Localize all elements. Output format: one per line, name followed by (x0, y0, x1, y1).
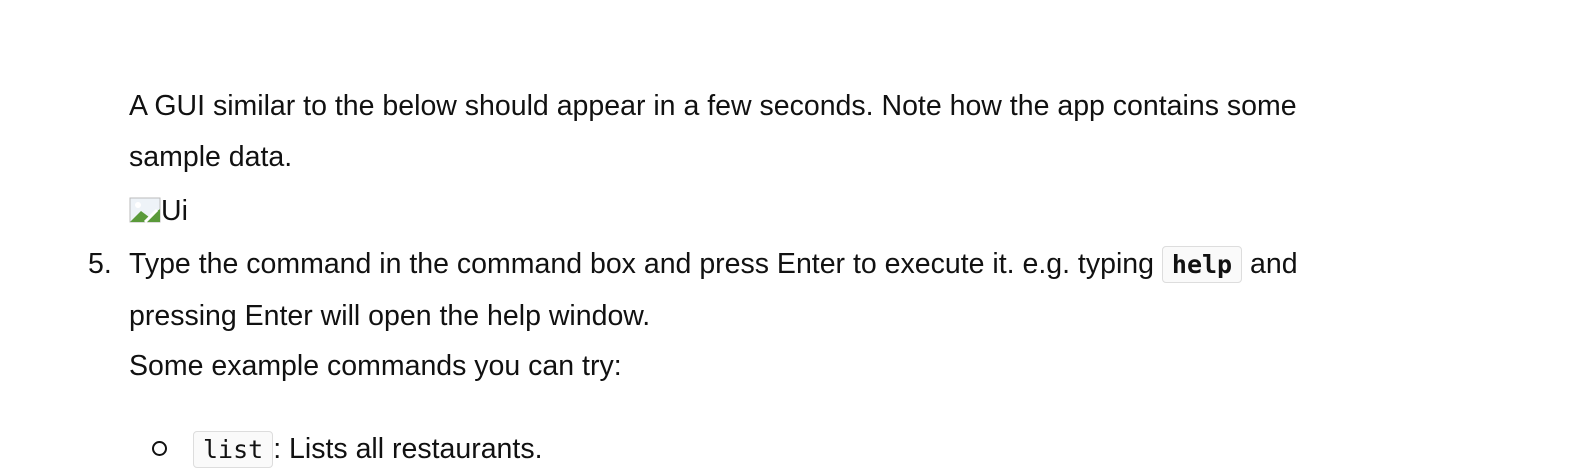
code-help: help (1161, 246, 1243, 283)
step5-text-after: and (1250, 248, 1298, 280)
example-description: : Lists all restaurants. (273, 433, 543, 465)
step5-line1: Type the command in the command box and … (129, 246, 1298, 283)
image-alt-text: Ui (161, 195, 188, 227)
step5-text: Type the command in the command box and … (129, 248, 1154, 280)
broken-image: Ui (129, 193, 188, 229)
broken-image-icon (129, 196, 161, 224)
step5-line2: pressing Enter will open the help window… (129, 300, 651, 332)
intro-text-line2: sample data. (129, 141, 293, 173)
code-list: list (193, 431, 274, 468)
example-item: list: Lists all restaurants. (193, 431, 543, 468)
intro-text-line1: A GUI similar to the below should appear… (129, 90, 1297, 122)
bullet-icon (152, 441, 167, 456)
step5-line3: Some example commands you can try: (129, 350, 622, 382)
list-number: 5. (88, 248, 112, 280)
